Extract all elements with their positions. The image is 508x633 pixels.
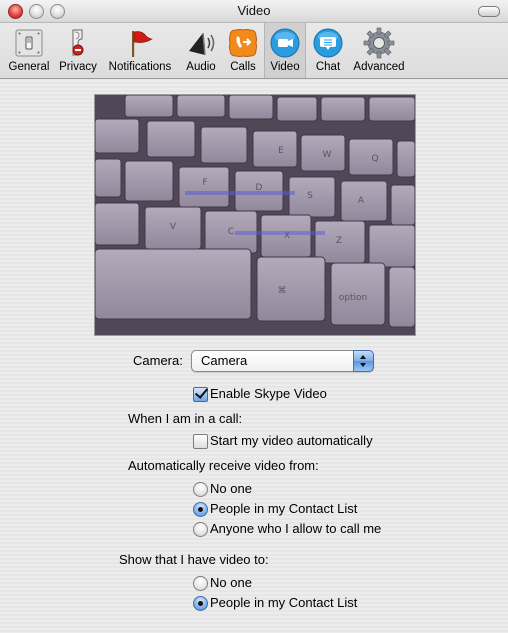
camera-preview: EWQ FDSA VCXZ ⌘ option <box>94 94 416 336</box>
tab-audio[interactable]: Audio <box>180 23 222 78</box>
receive-no-one-label: No one <box>210 481 252 496</box>
receive-contacts-radio[interactable] <box>193 502 208 517</box>
camera-label: Camera: <box>133 353 183 368</box>
in-call-heading: When I am in a call: <box>128 411 243 426</box>
tab-video[interactable]: Video <box>264 23 306 78</box>
chat-bubble-icon <box>313 28 343 58</box>
show-no-one-label: No one <box>210 575 252 590</box>
gear-icon <box>363 27 395 59</box>
speaker-icon <box>189 32 215 56</box>
enable-video-checkbox[interactable] <box>193 387 208 402</box>
tab-privacy[interactable]: Privacy <box>56 23 100 78</box>
receive-anyone-label: Anyone who I allow to call me <box>210 521 382 536</box>
show-contacts-label: People in my Contact List <box>210 595 358 610</box>
select-stepper-icon <box>353 350 374 372</box>
light-switch-icon <box>15 29 43 57</box>
tab-chat[interactable]: Chat <box>308 23 348 78</box>
toolbar-toggle-button[interactable] <box>478 6 500 17</box>
receive-contacts-label: People in my Contact List <box>210 501 358 516</box>
window-title: Video <box>237 3 271 18</box>
receive-no-one-radio[interactable] <box>193 482 208 497</box>
tab-label: General <box>8 61 50 73</box>
tab-label: Notifications <box>108 61 172 73</box>
start-video-auto-checkbox[interactable] <box>193 434 208 449</box>
tab-label: Privacy <box>59 61 97 73</box>
video-camera-icon <box>270 28 300 58</box>
show-no-one-radio[interactable] <box>193 576 208 591</box>
start-video-auto-label: Start my video automatically <box>210 433 373 448</box>
show-contacts-radio[interactable] <box>193 596 208 611</box>
receive-anyone-radio[interactable] <box>193 522 208 537</box>
receive-from-heading: Automatically receive video from: <box>128 458 319 473</box>
camera-select[interactable]: Camera <box>191 350 374 372</box>
tab-general[interactable]: General <box>4 23 54 78</box>
phone-forward-icon <box>229 29 257 57</box>
title-bar[interactable]: Video <box>0 0 508 23</box>
tab-label: Audio <box>186 61 216 73</box>
tab-label: Advanced <box>353 61 405 73</box>
red-flag-icon <box>132 31 154 57</box>
camera-select-value: Camera <box>201 353 248 368</box>
tab-label: Calls <box>230 61 256 73</box>
enable-video-label: Enable Skype Video <box>210 386 327 401</box>
tab-label: Video <box>270 61 300 73</box>
preferences-window: Video General Privacy Notifications Audi… <box>0 0 508 633</box>
tab-calls[interactable]: Calls <box>224 23 262 78</box>
do-not-disturb-sign-icon <box>72 29 84 56</box>
show-to-heading: Show that I have video to: <box>119 552 269 567</box>
tab-advanced[interactable]: Advanced <box>350 23 408 78</box>
camera-preview-image: EWQ F DS A VCXZ ⌘option <box>95 95 415 335</box>
tab-notifications[interactable]: Notifications <box>102 23 178 78</box>
tab-label: Chat <box>315 61 341 73</box>
preferences-toolbar: General Privacy Notifications Audio Call… <box>0 23 508 79</box>
